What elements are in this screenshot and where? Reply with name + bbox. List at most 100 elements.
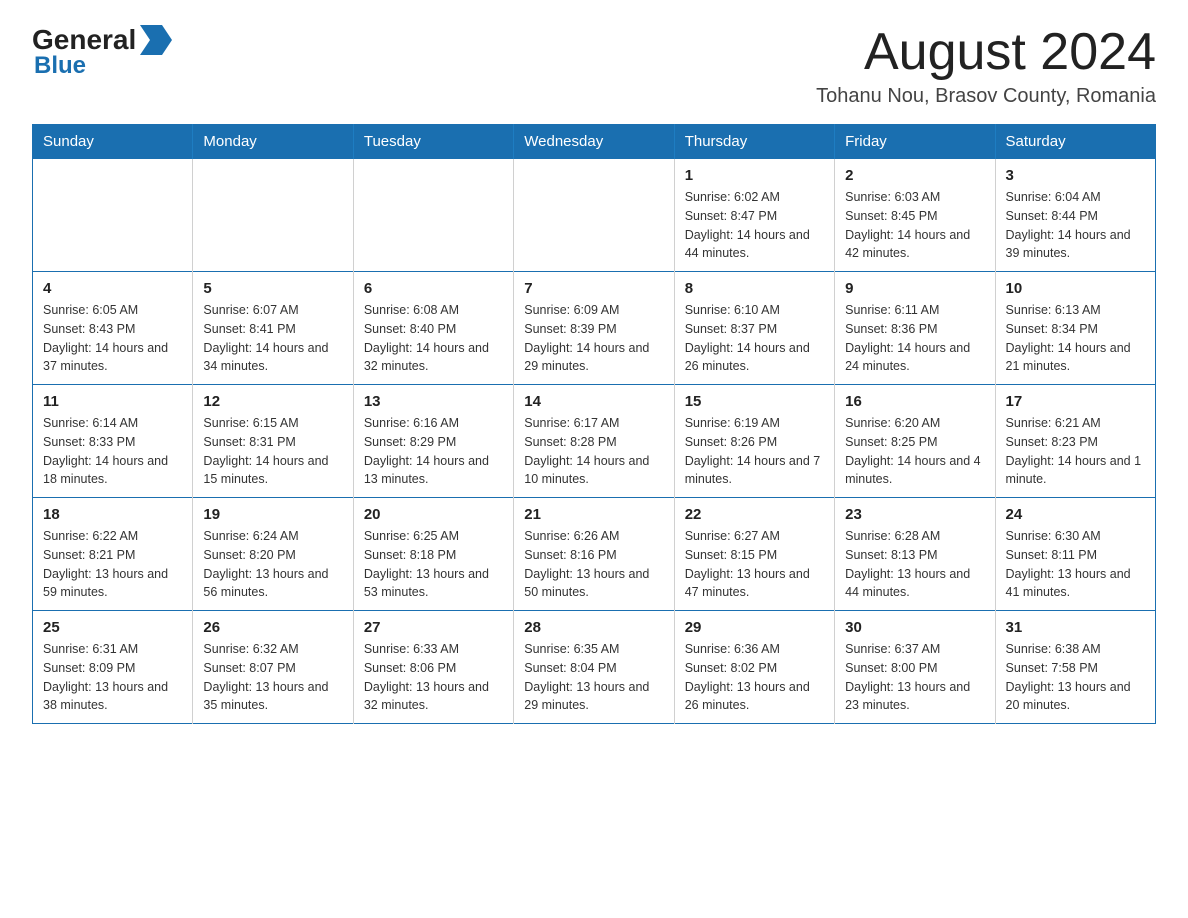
column-header-thursday: Thursday (674, 125, 834, 159)
day-info: Sunrise: 6:02 AM Sunset: 8:47 PM Dayligh… (685, 188, 824, 263)
calendar-day-cell: 9 Sunrise: 6:11 AM Sunset: 8:36 PM Daylig… (835, 272, 995, 385)
location: Tohanu Nou, Brasov County, Romania (816, 85, 1156, 108)
day-number: 27 (364, 619, 503, 636)
day-info: Sunrise: 6:32 AM Sunset: 8:07 PM Dayligh… (203, 640, 342, 715)
calendar-day-cell: 28 Sunrise: 6:35 AM Sunset: 8:04 PM Dayli… (514, 611, 674, 724)
day-info: Sunrise: 6:03 AM Sunset: 8:45 PM Dayligh… (845, 188, 984, 263)
day-number: 31 (1006, 619, 1145, 636)
calendar-day-cell: 1 Sunrise: 6:02 AM Sunset: 8:47 PM Daylig… (674, 159, 834, 272)
day-info: Sunrise: 6:22 AM Sunset: 8:21 PM Dayligh… (43, 527, 182, 602)
column-header-sunday: Sunday (33, 125, 193, 159)
calendar-day-cell: 23 Sunrise: 6:28 AM Sunset: 8:13 PM Dayli… (835, 498, 995, 611)
day-info: Sunrise: 6:10 AM Sunset: 8:37 PM Dayligh… (685, 301, 824, 376)
calendar-week-row: 1 Sunrise: 6:02 AM Sunset: 8:47 PM Daylig… (33, 159, 1156, 272)
day-info: Sunrise: 6:28 AM Sunset: 8:13 PM Dayligh… (845, 527, 984, 602)
day-info: Sunrise: 6:27 AM Sunset: 8:15 PM Dayligh… (685, 527, 824, 602)
calendar-empty-cell (514, 159, 674, 272)
calendar-day-cell: 3 Sunrise: 6:04 AM Sunset: 8:44 PM Daylig… (995, 159, 1155, 272)
calendar-day-cell: 10 Sunrise: 6:13 AM Sunset: 8:34 PM Dayli… (995, 272, 1155, 385)
day-number: 1 (685, 167, 824, 184)
day-number: 14 (524, 393, 663, 410)
day-number: 20 (364, 506, 503, 523)
calendar-day-cell: 18 Sunrise: 6:22 AM Sunset: 8:21 PM Dayli… (33, 498, 193, 611)
day-number: 11 (43, 393, 182, 410)
calendar-week-row: 18 Sunrise: 6:22 AM Sunset: 8:21 PM Dayli… (33, 498, 1156, 611)
day-number: 23 (845, 506, 984, 523)
day-info: Sunrise: 6:07 AM Sunset: 8:41 PM Dayligh… (203, 301, 342, 376)
day-number: 24 (1006, 506, 1145, 523)
day-info: Sunrise: 6:15 AM Sunset: 8:31 PM Dayligh… (203, 414, 342, 489)
day-info: Sunrise: 6:19 AM Sunset: 8:26 PM Dayligh… (685, 414, 824, 489)
day-info: Sunrise: 6:13 AM Sunset: 8:34 PM Dayligh… (1006, 301, 1145, 376)
page-header: General Blue August 2024 Tohanu Nou, Bra… (32, 24, 1156, 108)
column-header-monday: Monday (193, 125, 353, 159)
calendar-week-row: 25Sunrise: 6:31 AM Sunset: 8:09 PM Dayli… (33, 611, 1156, 724)
day-number: 25 (43, 619, 182, 636)
day-number: 18 (43, 506, 182, 523)
day-number: 7 (524, 280, 663, 297)
day-info: Sunrise: 6:26 AM Sunset: 8:16 PM Dayligh… (524, 527, 663, 602)
day-info: Sunrise: 6:11 AM Sunset: 8:36 PM Dayligh… (845, 301, 984, 376)
day-number: 5 (203, 280, 342, 297)
day-number: 17 (1006, 393, 1145, 410)
calendar-day-cell: 11 Sunrise: 6:14 AM Sunset: 8:33 PM Dayli… (33, 385, 193, 498)
day-info: Sunrise: 6:04 AM Sunset: 8:44 PM Dayligh… (1006, 188, 1145, 263)
day-info: Sunrise: 6:35 AM Sunset: 8:04 PM Dayligh… (524, 640, 663, 715)
day-number: 15 (685, 393, 824, 410)
calendar-day-cell: 30Sunrise: 6:37 AM Sunset: 8:00 PM Dayli… (835, 611, 995, 724)
day-info: Sunrise: 6:24 AM Sunset: 8:20 PM Dayligh… (203, 527, 342, 602)
day-number: 12 (203, 393, 342, 410)
day-number: 22 (685, 506, 824, 523)
day-number: 10 (1006, 280, 1145, 297)
calendar-day-cell: 19 Sunrise: 6:24 AM Sunset: 8:20 PM Dayli… (193, 498, 353, 611)
calendar-day-cell: 5 Sunrise: 6:07 AM Sunset: 8:41 PM Daylig… (193, 272, 353, 385)
column-header-friday: Friday (835, 125, 995, 159)
calendar-day-cell: 14 Sunrise: 6:17 AM Sunset: 8:28 PM Dayli… (514, 385, 674, 498)
calendar-day-cell: 25Sunrise: 6:31 AM Sunset: 8:09 PM Dayli… (33, 611, 193, 724)
column-header-saturday: Saturday (995, 125, 1155, 159)
calendar-empty-cell (193, 159, 353, 272)
day-number: 9 (845, 280, 984, 297)
day-number: 6 (364, 280, 503, 297)
day-number: 26 (203, 619, 342, 636)
calendar-day-cell: 21 Sunrise: 6:26 AM Sunset: 8:16 PM Dayli… (514, 498, 674, 611)
day-info: Sunrise: 6:14 AM Sunset: 8:33 PM Dayligh… (43, 414, 182, 489)
column-header-tuesday: Tuesday (353, 125, 513, 159)
day-info: Sunrise: 6:09 AM Sunset: 8:39 PM Dayligh… (524, 301, 663, 376)
day-number: 21 (524, 506, 663, 523)
calendar-day-cell: 16 Sunrise: 6:20 AM Sunset: 8:25 PM Dayli… (835, 385, 995, 498)
day-info: Sunrise: 6:36 AM Sunset: 8:02 PM Dayligh… (685, 640, 824, 715)
calendar-day-cell: 31 Sunrise: 6:38 AM Sunset: 7:58 PM Dayli… (995, 611, 1155, 724)
day-info: Sunrise: 6:20 AM Sunset: 8:25 PM Dayligh… (845, 414, 984, 489)
calendar-day-cell: 15 Sunrise: 6:19 AM Sunset: 8:26 PM Dayli… (674, 385, 834, 498)
day-info: Sunrise: 6:17 AM Sunset: 8:28 PM Dayligh… (524, 414, 663, 489)
day-number: 3 (1006, 167, 1145, 184)
calendar-day-cell: 26 Sunrise: 6:32 AM Sunset: 8:07 PM Dayli… (193, 611, 353, 724)
calendar-header-row: SundayMondayTuesdayWednesdayThursdayFrid… (33, 125, 1156, 159)
column-header-wednesday: Wednesday (514, 125, 674, 159)
calendar-empty-cell (353, 159, 513, 272)
day-number: 16 (845, 393, 984, 410)
logo-arrow-icon (140, 25, 172, 55)
calendar-table: SundayMondayTuesdayWednesdayThursdayFrid… (32, 124, 1156, 724)
day-number: 30 (845, 619, 984, 636)
calendar-day-cell: 2Sunrise: 6:03 AM Sunset: 8:45 PM Daylig… (835, 159, 995, 272)
day-number: 4 (43, 280, 182, 297)
calendar-day-cell: 4Sunrise: 6:05 AM Sunset: 8:43 PM Daylig… (33, 272, 193, 385)
day-info: Sunrise: 6:38 AM Sunset: 7:58 PM Dayligh… (1006, 640, 1145, 715)
month-title: August 2024 (816, 24, 1156, 81)
calendar-empty-cell (33, 159, 193, 272)
calendar-week-row: 11 Sunrise: 6:14 AM Sunset: 8:33 PM Dayli… (33, 385, 1156, 498)
day-number: 8 (685, 280, 824, 297)
day-info: Sunrise: 6:16 AM Sunset: 8:29 PM Dayligh… (364, 414, 503, 489)
calendar-day-cell: 27Sunrise: 6:33 AM Sunset: 8:06 PM Dayli… (353, 611, 513, 724)
calendar-day-cell: 8 Sunrise: 6:10 AM Sunset: 8:37 PM Daylig… (674, 272, 834, 385)
day-number: 19 (203, 506, 342, 523)
calendar-day-cell: 13Sunrise: 6:16 AM Sunset: 8:29 PM Dayli… (353, 385, 513, 498)
logo: General Blue (32, 24, 172, 80)
day-info: Sunrise: 6:30 AM Sunset: 8:11 PM Dayligh… (1006, 527, 1145, 602)
day-info: Sunrise: 6:21 AM Sunset: 8:23 PM Dayligh… (1006, 414, 1145, 489)
day-number: 28 (524, 619, 663, 636)
calendar-day-cell: 12 Sunrise: 6:15 AM Sunset: 8:31 PM Dayli… (193, 385, 353, 498)
calendar-day-cell: 7 Sunrise: 6:09 AM Sunset: 8:39 PM Daylig… (514, 272, 674, 385)
